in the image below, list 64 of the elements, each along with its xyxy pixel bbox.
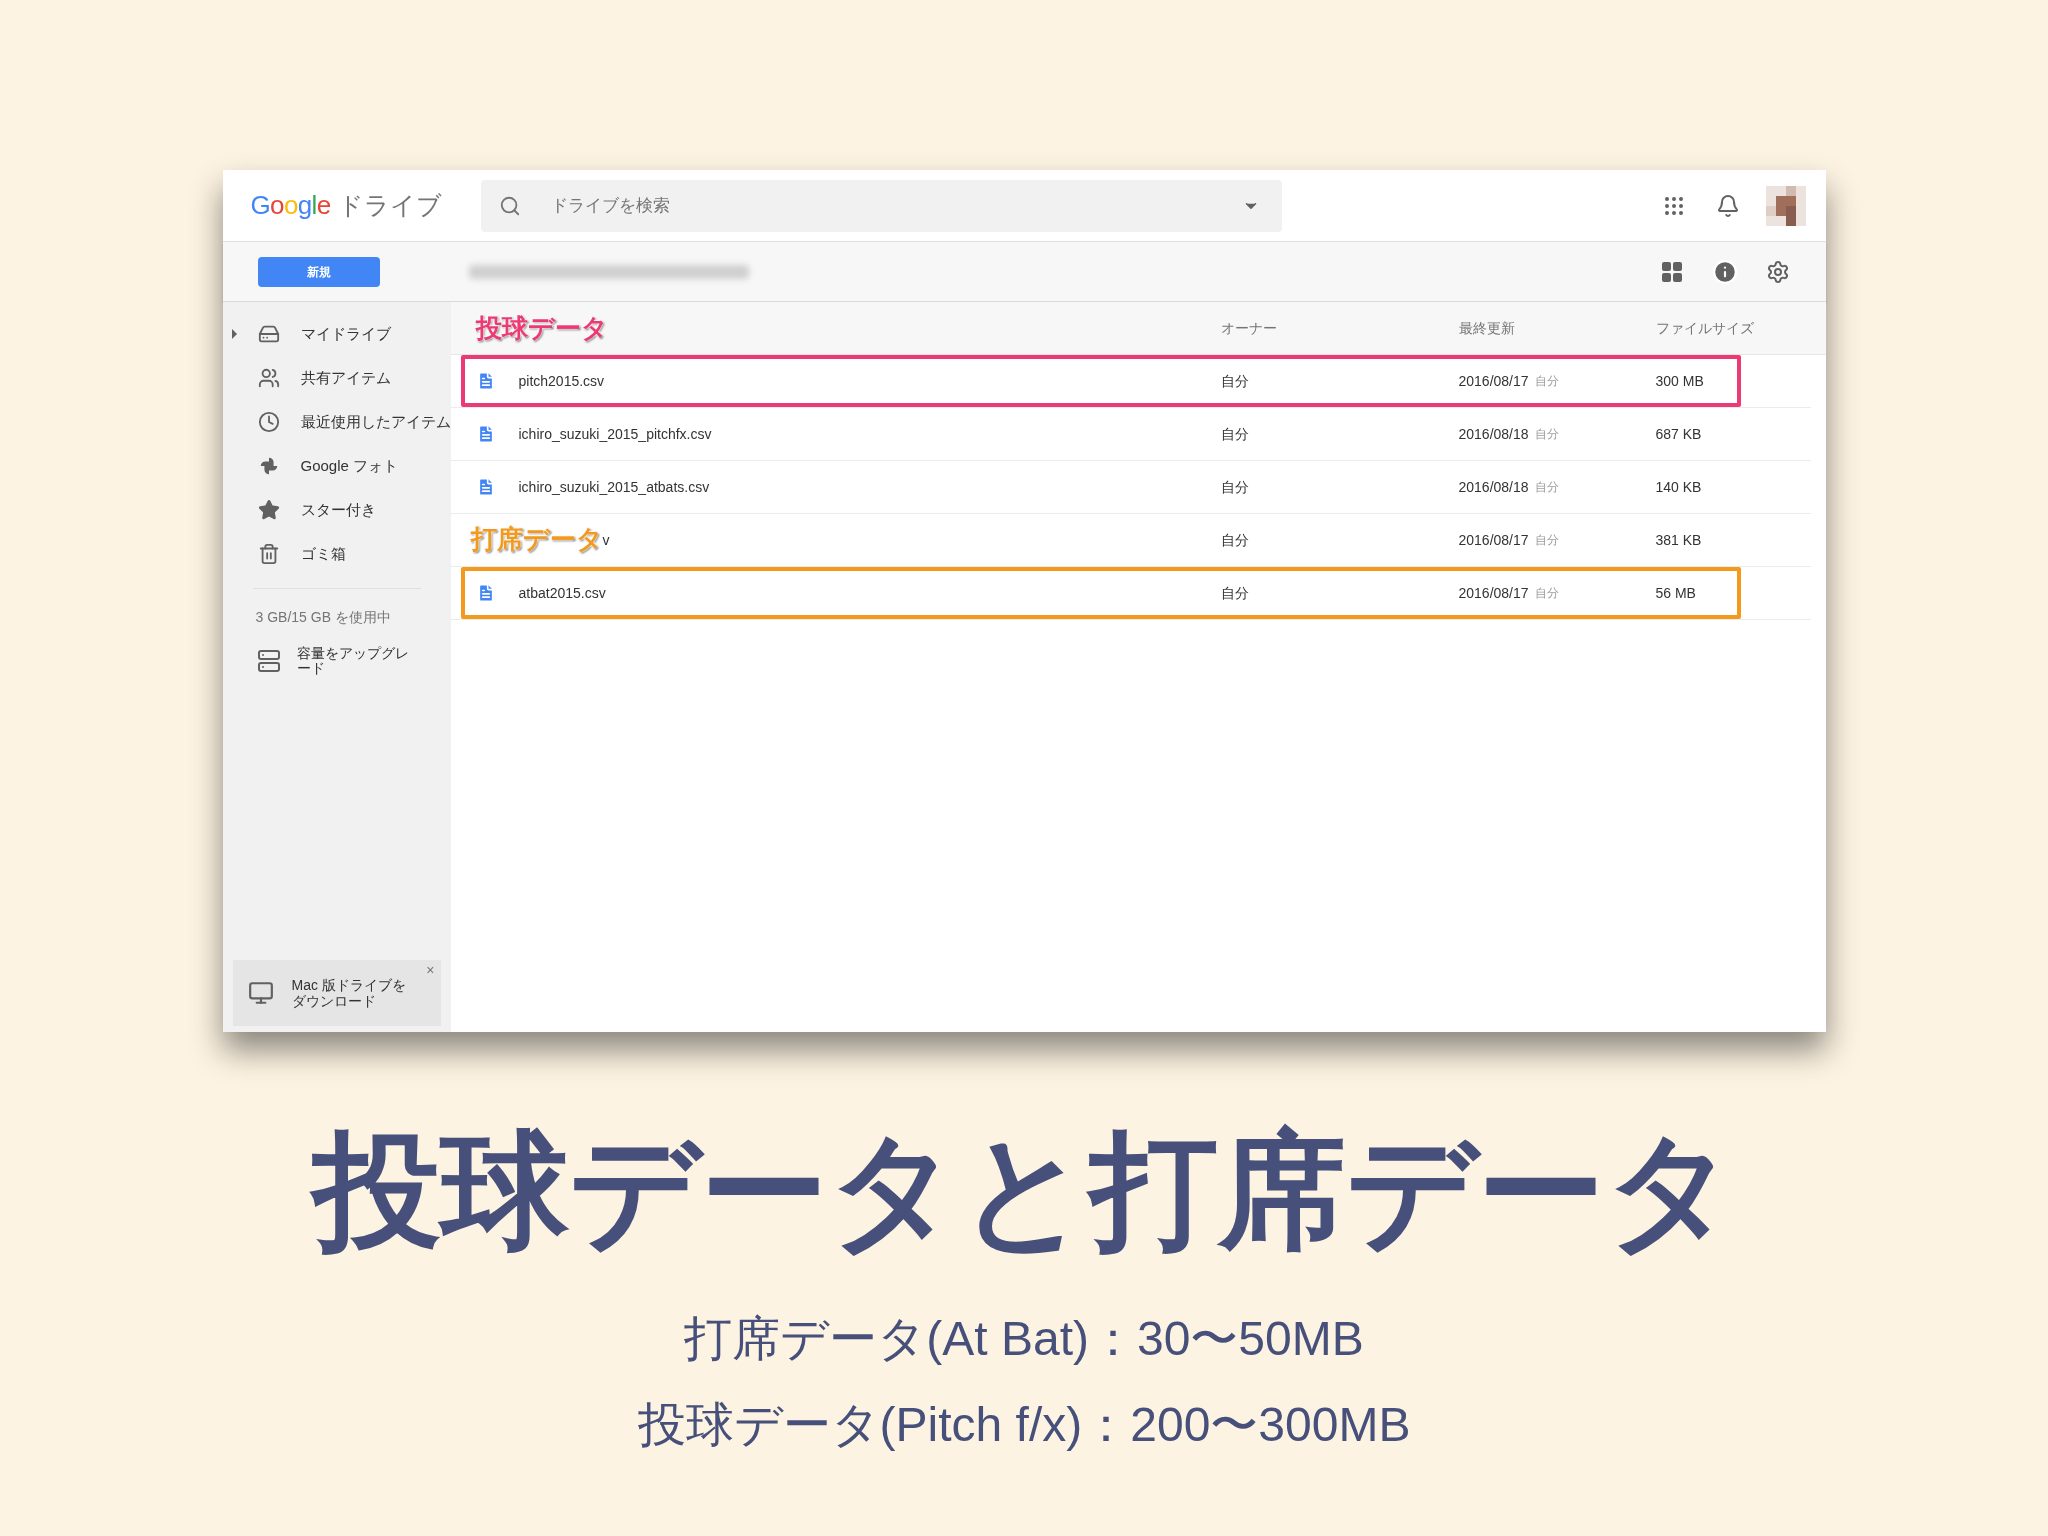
owner-cell-text: 自分	[1220, 477, 1250, 497]
file-size: 381 KB	[1655, 530, 1703, 550]
product-name: ドライブ	[338, 190, 443, 221]
owner-cell-text: 自分	[1220, 424, 1250, 444]
close-button[interactable]: ×	[426, 960, 435, 981]
file-size: 687 KB	[1655, 424, 1703, 444]
annotation-label: 投球データ	[475, 311, 608, 345]
sidebar-item[interactable]: ゴミ箱	[222, 532, 451, 576]
notifications-icon[interactable]	[1715, 193, 1740, 218]
star-icon	[257, 499, 280, 521]
modified-by: 自分	[1534, 373, 1559, 390]
info-icon[interactable]	[1711, 258, 1738, 285]
download-promo[interactable]: Mac 版ドライブをダウンロード ×	[232, 960, 441, 1026]
file-name[interactable]: ichiro_suzuki_2015_pitchfx.csv	[518, 425, 712, 442]
modified-date: 2016/08/18	[1458, 424, 1529, 444]
file-size: 140 KB	[1655, 477, 1703, 497]
highlighted-row[interactable]: atbat2015.csv 自分 2016/08/17 自分 56 MB	[460, 567, 1741, 619]
modified-date: 2016/08/18	[1458, 477, 1529, 497]
drive-icon	[257, 323, 280, 345]
settings-icon[interactable]	[1765, 259, 1790, 284]
trash-icon	[257, 543, 280, 565]
file-name[interactable]: pitch2015.csv	[518, 372, 605, 389]
file-name[interactable]: v	[602, 531, 610, 548]
sidebar-item[interactable]: Google フォト	[222, 444, 451, 488]
people-icon	[257, 367, 280, 389]
column-header[interactable]: ファイルサイズ	[1655, 317, 1826, 339]
modified-date: 2016/08/17	[1458, 371, 1529, 391]
annotation-label: 打席データ	[470, 524, 603, 554]
file-size: 56 MB	[1655, 583, 1697, 603]
logo: Google	[250, 189, 331, 222]
search-field[interactable]: ドライブを検索	[480, 179, 1282, 232]
owner-cell-text: 自分	[1220, 371, 1250, 391]
slide-subtitle: 投球データ(Pitch f/x)：200〜300MB	[637, 1401, 1411, 1449]
modified-by: 自分	[1534, 532, 1559, 549]
storage-usage: 3 GB/15 GB を使用中	[255, 608, 392, 627]
expand-arrow-icon[interactable]	[232, 329, 237, 339]
grid-view-icon[interactable]	[1659, 259, 1684, 284]
file-name[interactable]: atbat2015.csv	[518, 584, 606, 601]
sidebar-item[interactable]: マイドライブ	[222, 312, 451, 356]
column-header[interactable]: 最終更新	[1458, 317, 1656, 339]
file-name[interactable]: ichiro_suzuki_2015_atbats.csv	[518, 478, 710, 495]
search-icon	[498, 194, 521, 217]
sidebar-item[interactable]: 最近使用したアイテム	[222, 400, 451, 444]
upgrade-text: 容量をアップグレード	[296, 646, 410, 676]
file-size: 300 MB	[1655, 371, 1705, 391]
modified-by: 自分	[1534, 426, 1559, 443]
slide-subtitle: 打席データ(At Bat)：30〜50MB	[684, 1315, 1364, 1363]
sidebar-item[interactable]: スター付き	[222, 488, 451, 532]
monitor-icon	[247, 980, 274, 1006]
sidebar-item[interactable]: 共有アイテム	[222, 356, 451, 400]
modified-date: 2016/08/17	[1458, 530, 1529, 550]
modified-by: 自分	[1534, 479, 1559, 496]
highlighted-row[interactable]: pitch2015.csv 自分 2016/08/17 自分 300 MB	[460, 355, 1741, 407]
modified-date: 2016/08/17	[1458, 583, 1529, 603]
avatar-icon[interactable]	[1765, 185, 1806, 226]
promo-text: Mac 版ドライブをダウンロード	[291, 977, 407, 1009]
owner-cell-text: 自分	[1220, 530, 1250, 550]
upgrade-storage-link[interactable]: 容量をアップグレード	[256, 646, 451, 676]
owner-cell-text: 自分	[1220, 583, 1250, 603]
clock-icon	[257, 411, 280, 433]
storage-icon	[256, 649, 281, 673]
new-button[interactable]: 新規	[257, 256, 380, 287]
column-header[interactable]: オーナー	[1220, 317, 1459, 339]
modified-by: 自分	[1534, 585, 1559, 602]
